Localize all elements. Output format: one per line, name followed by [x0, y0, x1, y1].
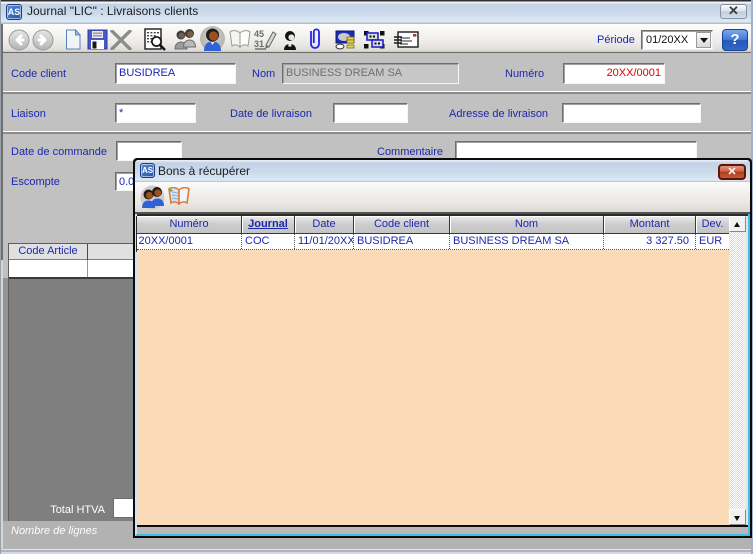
svg-text:31: 31: [254, 39, 264, 49]
svg-text:45: 45: [254, 29, 264, 39]
